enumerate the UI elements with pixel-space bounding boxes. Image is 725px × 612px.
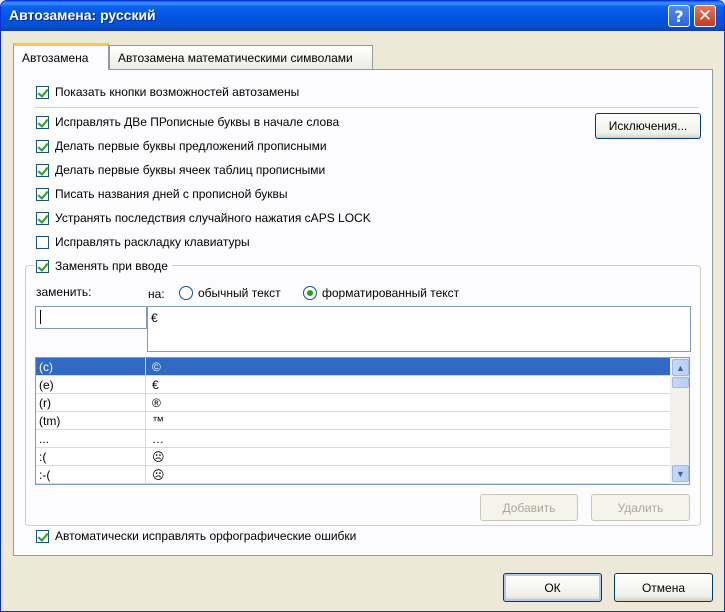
text-caret: [40, 310, 41, 324]
entry-from: (r): [36, 394, 146, 412]
checkbox-day-names[interactable]: [36, 187, 49, 201]
option-auto-spelling-label: Автоматически исправлять орфографические…: [55, 529, 357, 543]
radio-formatted-text-label: форматированный текст: [322, 286, 460, 300]
option-auto-spelling[interactable]: Автоматически исправлять орфографические…: [36, 529, 356, 543]
with-label: на:: [148, 287, 165, 301]
option-caps-lock[interactable]: Устранять последствия случайного нажатия…: [36, 211, 371, 225]
table-row[interactable]: (e) €: [36, 376, 670, 394]
option-first-letter-cells[interactable]: Делать первые буквы ячеек таблиц прописн…: [36, 163, 325, 177]
list-scrollbar[interactable]: ▲ ▼: [670, 358, 689, 484]
with-input[interactable]: €: [147, 306, 691, 352]
entry-from: :(: [36, 448, 146, 466]
table-row[interactable]: :( ☹: [36, 448, 670, 466]
table-row[interactable]: (c) ©: [36, 358, 670, 376]
table-row[interactable]: ... …: [36, 430, 670, 448]
entry-from: :-(: [36, 466, 146, 484]
option-first-letter-sentence[interactable]: Делать первые буквы предложений прописны…: [36, 139, 327, 153]
checkbox-two-caps[interactable]: [36, 115, 49, 129]
option-replace-as-type[interactable]: Заменять при вводе: [34, 259, 172, 273]
entry-from: (tm): [36, 412, 146, 430]
exceptions-button[interactable]: Исключения...: [595, 113, 701, 139]
replace-input[interactable]: [35, 306, 147, 329]
option-two-caps[interactable]: Исправлять ДВе ПРописные буквы в начале …: [36, 115, 339, 129]
checkbox-auto-spelling[interactable]: [36, 529, 49, 543]
entry-from: (e): [36, 376, 146, 394]
option-caps-lock-label: Устранять последствия случайного нажатия…: [55, 211, 371, 225]
scroll-down-icon[interactable]: ▼: [672, 465, 689, 482]
checkbox-keyboard-layout[interactable]: [36, 235, 49, 249]
checkbox-caps-lock[interactable]: [36, 211, 49, 225]
entry-from: (c): [36, 358, 146, 376]
entry-to: €: [152, 378, 159, 392]
entry-to: ®: [152, 396, 161, 410]
entry-to: …: [152, 432, 164, 446]
entry-to: ©: [152, 360, 161, 374]
option-day-names[interactable]: Писать названия дней с прописной буквы: [36, 187, 287, 201]
scroll-thumb[interactable]: [672, 377, 689, 388]
checkbox-replace-as-type[interactable]: [36, 259, 49, 273]
option-keyboard-layout-label: Исправлять раскладку клавиатуры: [55, 235, 250, 249]
entry-from: ...: [36, 430, 146, 448]
table-row[interactable]: (tm) ™: [36, 412, 670, 430]
option-first-letter-cells-label: Делать первые буквы ячеек таблиц прописн…: [55, 163, 326, 177]
autocorrect-dialog: Автозамена: русский ? ✕ Автозамена Автоз…: [0, 0, 725, 612]
tab-math-autocorrect[interactable]: Автозамена математическими символами: [109, 45, 373, 69]
title-bar[interactable]: Автозамена: русский ? ✕: [1, 1, 724, 31]
option-keyboard-layout[interactable]: Исправлять раскладку клавиатуры: [36, 235, 250, 249]
radio-plain-text-label: обычный текст: [198, 286, 281, 300]
radio-plain-text[interactable]: обычный текст: [179, 286, 281, 300]
scroll-up-icon[interactable]: ▲: [672, 359, 689, 376]
add-button[interactable]: Добавить: [480, 494, 578, 521]
separator: [35, 107, 699, 109]
help-button[interactable]: ?: [668, 5, 690, 27]
entry-to: ™: [152, 414, 164, 428]
table-row[interactable]: (r) ®: [36, 394, 670, 412]
radio-formatted-text-circle[interactable]: [303, 286, 317, 300]
replace-label: заменить:: [36, 285, 92, 299]
tab-autocorrect[interactable]: Автозамена: [13, 43, 109, 70]
option-two-caps-label: Исправлять ДВе ПРописные буквы в начале …: [55, 115, 340, 129]
checkbox-first-letter-sentence[interactable]: [36, 139, 49, 153]
window-title: Автозамена: русский: [9, 7, 156, 23]
option-replace-as-type-label: Заменять при вводе: [55, 259, 168, 273]
close-button[interactable]: ✕: [694, 5, 716, 27]
ok-button[interactable]: ОК: [503, 573, 602, 602]
checkbox-show-buttons[interactable]: [36, 85, 49, 99]
cancel-button[interactable]: Отмена: [614, 573, 713, 602]
checkbox-first-letter-cells[interactable]: [36, 163, 49, 177]
entry-to: ☹: [152, 468, 165, 482]
option-first-letter-sentence-label: Делать первые буквы предложений прописны…: [55, 139, 327, 153]
radio-plain-text-circle[interactable]: [179, 286, 193, 300]
entries-list[interactable]: (c) © (e) € (r) ® (tm) ™ ... … :( ☹ :-( …: [35, 357, 690, 485]
delete-button[interactable]: Удалить: [591, 494, 690, 521]
table-row[interactable]: :-( ☹: [36, 466, 670, 484]
radio-formatted-text[interactable]: форматированный текст: [303, 286, 459, 300]
option-show-buttons-label: Показать кнопки возможностей автозамены: [55, 85, 300, 99]
entry-to: ☹: [152, 450, 165, 464]
option-show-buttons[interactable]: Показать кнопки возможностей автозамены: [36, 85, 299, 99]
option-day-names-label: Писать названия дней с прописной буквы: [55, 187, 288, 201]
